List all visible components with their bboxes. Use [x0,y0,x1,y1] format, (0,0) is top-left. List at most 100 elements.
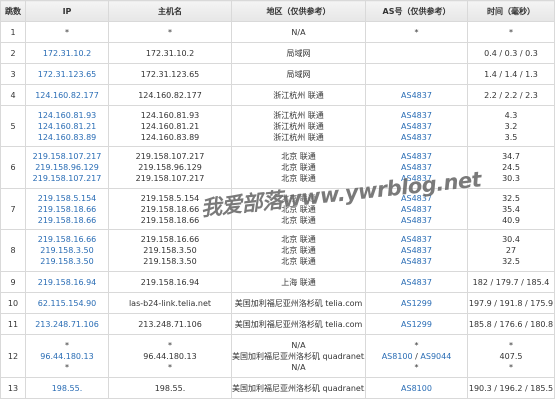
as-link[interactable]: AS4837 [367,121,467,132]
hop-cell: 2 [0,42,26,64]
region-text: 局域网 [286,69,311,79]
host-text: * [168,27,172,37]
table-row: 12 * 96.44.180.13 * * 96.44.180.13 * N/A 美国加利福尼亚… [0,334,555,378]
as-link[interactable]: AS1299 [367,319,467,330]
as-link[interactable]: AS4837 [367,193,467,204]
as-link[interactable]: AS4837 [367,245,467,256]
hop-cell: 9 [0,271,26,293]
as-line: * [414,362,419,372]
time-cell: 32.5 35.4 40.9 [467,188,555,230]
region-text: 北京 联通 [281,163,316,172]
ip-cell: * [25,21,109,43]
hop-cell: 3 [0,63,26,85]
region-cell: 北京 联通 北京 联通 北京 联通 [231,146,366,189]
ip-link[interactable]: 219.158.16.66 [27,234,108,245]
region-cell: 北京 联通 北京 联通 北京 联通 [231,188,366,230]
hop-cell: 12 [0,334,26,378]
host-cell: 172.31.10.2 [108,42,232,64]
time-text: 40.9 [502,215,520,225]
traceroute-table: 跳数 IP 主机名 地区（仅供参考） AS号（仅供参考） 时间（毫秒） 1 * * N… [0,0,555,399]
ip-link[interactable]: 62.115.154.90 [27,298,108,309]
as-link[interactable]: AS4837 [367,204,467,215]
ip-link[interactable]: 172.31.10.2 [27,48,108,59]
ip-link[interactable]: 96.44.180.13 [27,351,108,362]
ip-link[interactable]: 219.158.3.50 [27,245,108,256]
region-text: 北京 联通 [281,215,316,225]
ip-link[interactable]: 124.160.81.93 [27,110,108,121]
host-cell: 124.160.82.177 [108,84,232,106]
as-link[interactable]: AS4837 [367,234,467,245]
ip-link[interactable]: 219.158.107.217 [27,173,108,184]
ip-link[interactable]: 172.31.123.65 [27,69,108,80]
as-link[interactable]: AS4837 [367,151,467,162]
header-time: 时间（毫秒） [467,0,555,22]
time-text: 32.5 [502,193,520,203]
time-text: 0.4 / 0.3 / 0.3 [484,48,538,58]
ip-link[interactable]: 124.160.81.21 [27,121,108,132]
ip-link[interactable]: 219.158.16.94 [27,277,108,288]
host-text: 124.160.81.93 [140,110,200,120]
region-cell: N/A [231,21,366,43]
as-link[interactable]: AS4837 [367,277,467,288]
time-text: 27 [505,246,517,255]
ip-cell: 172.31.10.2 [25,42,109,64]
as-link[interactable]: AS4837 [367,110,467,121]
region-cell: 美国加利福尼亚州洛杉矶 telia.com [231,313,366,335]
host-cell: 219.158.107.217 219.158.96.129 219.158.107… [108,146,232,189]
region-text: 美国加利福尼亚州洛杉矶 quadranet.com [232,351,365,361]
ip-link[interactable]: 219.158.5.154 [27,193,108,204]
ip-link[interactable]: 198.55. [27,383,108,394]
as-cell: AS4837 [365,271,468,293]
time-cell: 4.3 3.2 3.5 [467,105,555,147]
time-text: 32.5 [502,257,520,266]
ip-link[interactable]: 213.248.71.106 [27,319,108,330]
as-link[interactable]: AS8100 [382,352,413,361]
hop-cell: 6 [0,146,26,189]
region-text: 浙江杭州 联通 [273,121,324,131]
time-text: 34.7 [502,152,520,161]
as-link[interactable]: AS4837 [367,132,467,143]
region-text: 浙江杭州 联通 [273,132,324,142]
as-cell: AS8100 [365,377,468,399]
ip-link[interactable]: 219.158.107.217 [27,151,108,162]
as-link[interactable]: AS8100 [367,383,467,394]
host-cell: 198.55. [108,377,232,399]
host-text: las-b24-link.telia.net [128,298,212,308]
time-text: 182 / 179.7 / 185.4 [472,277,550,287]
ip-cell: 172.31.123.65 [25,63,109,85]
region-text: 北京 联通 [281,204,316,214]
host-cell: las-b24-link.telia.net [108,292,232,314]
ip-link[interactable]: 219.158.96.129 [27,162,108,173]
as-line: AS8100 / AS9044 [367,351,467,362]
ip-cell: 198.55. [25,377,109,399]
time-cell: 34.7 24.5 30.3 [467,146,555,189]
as-link[interactable]: AS4837 [367,162,467,173]
table-row: 10 62.115.154.90 las-b24-link.telia.net 美国加… [0,292,555,314]
table-row: 1 * * N/A * * [0,21,555,43]
time-text: 30.3 [502,174,520,183]
as-line: * [414,27,419,37]
time-text: * [509,362,513,372]
ip-text: * [65,362,69,372]
as-cell: AS4837 AS4837 AS4837 [365,105,468,147]
ip-link[interactable]: 219.158.18.66 [27,215,108,226]
region-cell: 浙江杭州 联通 [231,84,366,106]
region-cell: 北京 联通 北京 联通 北京 联通 [231,229,366,272]
as-link[interactable]: AS4837 [367,90,467,101]
ip-link[interactable]: 219.158.18.66 [27,204,108,215]
host-text: 219.158.3.50 [143,246,197,255]
time-text: 185.8 / 176.6 / 180.8 [468,319,554,329]
as-link[interactable]: AS4837 [367,215,467,226]
ip-cell: 219.158.16.66 219.158.3.50 219.158.3.50 [25,229,109,272]
as-link[interactable]: AS9044 [420,352,451,361]
time-text: 4.3 [504,110,518,120]
ip-link[interactable]: 124.160.82.177 [27,90,108,101]
ip-cell: 213.248.71.106 [25,313,109,335]
region-text: 北京 联通 [281,246,316,255]
ip-link[interactable]: 124.160.83.89 [27,132,108,143]
as-link[interactable]: AS4837 [367,173,467,184]
time-text: * [509,340,513,350]
as-link[interactable]: AS1299 [367,298,467,309]
as-link[interactable]: AS4837 [367,256,467,267]
ip-link[interactable]: 219.158.3.50 [27,256,108,267]
